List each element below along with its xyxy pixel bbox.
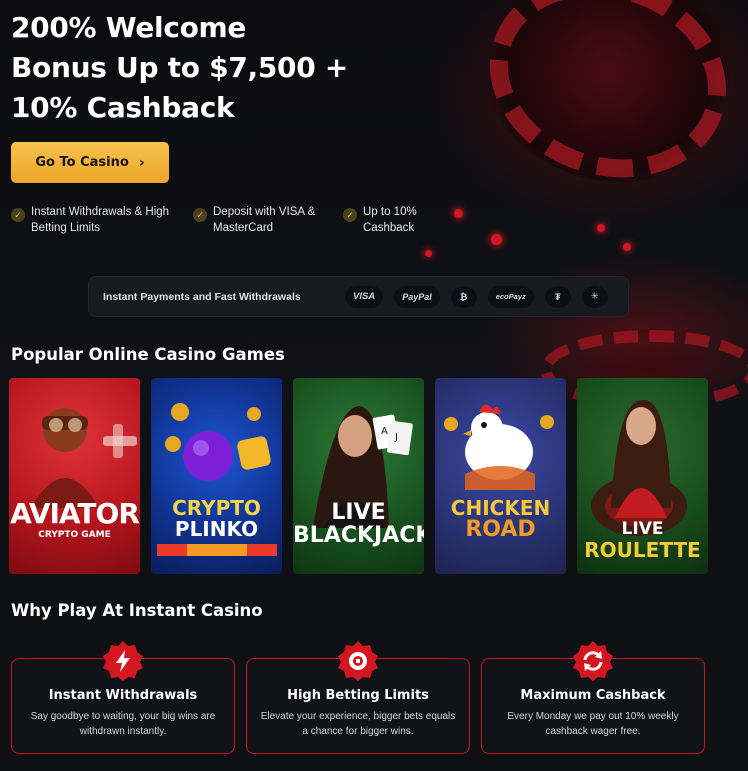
hero-title: 200% Welcome Bonus Up to $7,500 + 10% Ca… xyxy=(11,8,391,128)
game-subtitle: CRYPTO GAME xyxy=(38,530,111,540)
plinko-illustration xyxy=(157,403,277,556)
feature-item: ✓ Instant Withdrawals & High Betting Lim… xyxy=(11,204,193,236)
game-subtitle: BLACKJACK xyxy=(293,523,424,548)
why-cards-row: Instant Withdrawals Say goodbye to waiti… xyxy=(11,641,705,754)
cashback-refresh-icon xyxy=(573,641,613,681)
crypto-asterisk-icon: ✳ xyxy=(581,285,608,308)
why-card-description: Say goodbye to waiting, your big wins ar… xyxy=(30,711,216,737)
why-card-title: Maximum Cashback xyxy=(520,688,666,703)
hero-features: ✓ Instant Withdrawals & High Betting Lim… xyxy=(11,204,471,236)
feature-text: Instant Withdrawals & High Betting Limit… xyxy=(31,206,170,234)
games-section-title: Popular Online Casino Games xyxy=(11,345,285,364)
feature-item: ✓ Deposit with VISA & MasterCard xyxy=(193,204,343,236)
games-row: AVIATOR CRYPTO GAME CRYPTO PLINKO A J LI… xyxy=(9,378,708,574)
go-to-casino-button[interactable]: Go To Casino › xyxy=(11,142,169,183)
why-card-maximum-cashback: Maximum Cashback Every Monday we pay out… xyxy=(481,641,705,754)
game-title: CRYPTO xyxy=(172,496,261,520)
checkmark-icon: ✓ xyxy=(11,208,25,222)
ecopayz-logo: ecoPayz xyxy=(487,285,534,308)
svg-text:A: A xyxy=(381,426,388,437)
svg-text:J: J xyxy=(394,432,398,443)
hero-title-line: 200% Welcome xyxy=(11,11,247,44)
game-subtitle: ROULETTE xyxy=(584,538,701,562)
game-card-chicken-road[interactable]: CHICKEN ROAD xyxy=(435,378,566,574)
game-card-aviator[interactable]: AVIATOR CRYPTO GAME xyxy=(9,378,140,574)
game-card-crypto-plinko[interactable]: CRYPTO PLINKO xyxy=(151,378,282,574)
why-section-title: Why Play At Instant Casino xyxy=(11,601,263,620)
chicken-illustration xyxy=(444,404,554,490)
checkmark-icon: ✓ xyxy=(343,208,357,222)
hero-title-line: 10% Cashback xyxy=(11,91,235,124)
why-card-description: Elevate your experience, bigger bets equ… xyxy=(260,711,456,737)
feature-text: Deposit with VISA & MasterCard xyxy=(213,206,316,234)
paypal-logo: PayPal xyxy=(394,285,440,308)
payments-label: Instant Payments and Fast Withdrawals xyxy=(103,290,301,303)
feature-text: Up to 10% Cashback xyxy=(363,206,417,234)
betting-chip-icon xyxy=(338,641,378,681)
payments-bar: Instant Payments and Fast Withdrawals VI… xyxy=(88,276,629,317)
game-title: LIVE xyxy=(331,500,386,525)
tether-icon: ₮ xyxy=(544,285,571,308)
why-card-instant-withdrawals: Instant Withdrawals Say goodbye to waiti… xyxy=(11,641,235,754)
why-card-description: Every Monday we pay out 10% weekly cashb… xyxy=(507,711,679,737)
go-to-casino-label: Go To Casino xyxy=(35,155,129,170)
checkmark-icon: ✓ xyxy=(193,208,207,222)
game-title: CHICKEN xyxy=(450,496,551,520)
chevron-right-icon: › xyxy=(138,154,145,171)
lightning-icon xyxy=(103,641,143,681)
decor-dot xyxy=(597,224,605,232)
game-card-live-roulette[interactable]: LIVE ROULETTE xyxy=(577,378,708,574)
bitcoin-icon: ₿ xyxy=(450,285,477,308)
why-card-title: Instant Withdrawals xyxy=(48,688,198,703)
decor-dot xyxy=(425,250,432,257)
feature-item: ✓ Up to 10% Cashback xyxy=(343,204,443,236)
game-title: LIVE xyxy=(621,519,664,539)
decor-dot xyxy=(623,243,631,251)
hero-title-line: Bonus Up to $7,500 + xyxy=(11,51,349,84)
decor-dot xyxy=(491,234,502,245)
game-subtitle: ROAD xyxy=(465,517,536,542)
why-card-title: High Betting Limits xyxy=(287,688,429,703)
game-subtitle: PLINKO xyxy=(174,517,259,541)
game-title: AVIATOR xyxy=(10,497,140,530)
aviator-pilot-illustration xyxy=(31,408,137,508)
game-card-live-blackjack[interactable]: A J LIVE BLACKJACK xyxy=(293,378,424,574)
why-card-high-betting-limits: High Betting Limits Elevate your experie… xyxy=(246,641,470,754)
visa-logo: VISA xyxy=(345,285,384,308)
